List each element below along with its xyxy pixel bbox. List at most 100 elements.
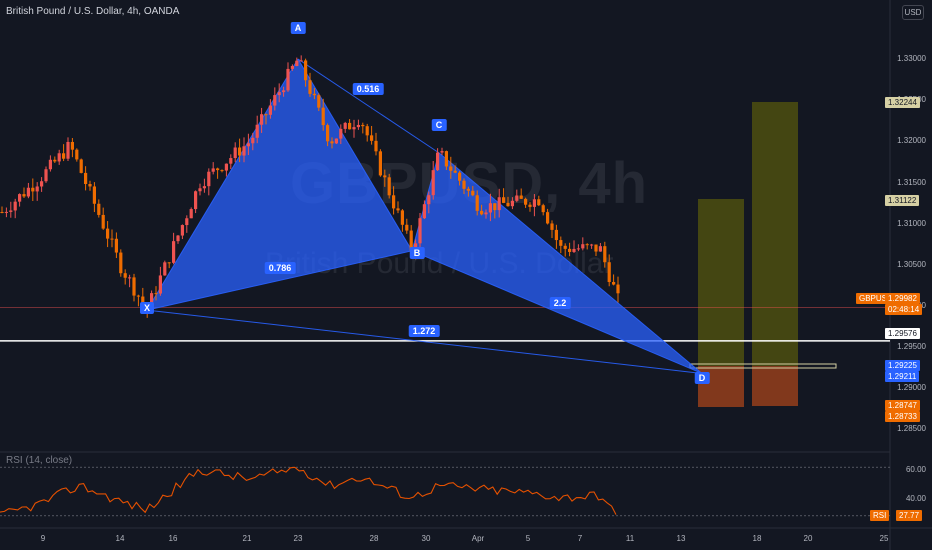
candle-body [348, 122, 352, 130]
candle-body [119, 252, 123, 274]
candle-body [26, 187, 30, 197]
tag-stop-b: 1.28733 [885, 411, 920, 422]
candle-body [48, 159, 52, 170]
candle-body [18, 194, 22, 202]
candle-body [176, 235, 180, 242]
candle-body [458, 172, 462, 181]
candle-body [370, 135, 374, 141]
candle-body [515, 195, 519, 201]
candle-body [400, 210, 404, 225]
candle-body [286, 68, 290, 91]
candle-body [0, 212, 4, 214]
time-axis-label: 11 [625, 534, 635, 543]
candle-body [97, 203, 101, 215]
candle-body [436, 152, 440, 171]
candle-body [612, 282, 616, 285]
candle-body [449, 166, 453, 171]
price-tick: 1.29000 [897, 383, 926, 393]
candle-body [502, 197, 506, 203]
rsi-tag-label: RSI [870, 510, 890, 521]
candle-body [383, 175, 387, 178]
candle-body [312, 93, 316, 96]
candle-body [194, 191, 198, 210]
candle-body [216, 168, 220, 171]
candle-body [70, 141, 74, 150]
candle-body [541, 205, 545, 213]
candle-body [75, 149, 79, 160]
candle-body [106, 228, 110, 239]
candle-body [554, 229, 558, 241]
time-axis-label: Apr [471, 534, 485, 543]
candle-body [136, 295, 140, 297]
chart-root[interactable]: GBPUSD, 4h British Pound / U.S. Dollar B… [0, 0, 932, 550]
price-tick: 1.29500 [897, 342, 926, 352]
candle-body [246, 143, 250, 147]
price-tick: 1.28500 [897, 424, 926, 434]
candle-body [264, 114, 268, 116]
candle-body [343, 122, 347, 129]
candle-body [211, 168, 215, 172]
candle-body [202, 186, 206, 189]
candle-body [180, 225, 184, 236]
candle-body [163, 262, 167, 276]
candle-body [53, 159, 57, 162]
candle-body [114, 238, 118, 253]
candle-body [603, 246, 607, 263]
chart-canvas[interactable] [0, 0, 932, 550]
candle-body [101, 214, 105, 229]
candle-body [427, 195, 431, 205]
candle-body [431, 170, 435, 196]
tag-target2: 1.32244 [885, 97, 920, 108]
candle-body [4, 211, 8, 213]
candle-body [13, 201, 17, 211]
candle-body [84, 172, 88, 184]
candle-body [532, 199, 536, 207]
candle-body [387, 177, 391, 196]
candle-body [207, 171, 211, 187]
candle-body [260, 114, 264, 125]
candle-body [198, 188, 202, 192]
price-tick: 1.32000 [897, 136, 926, 146]
price-tick: 1.30500 [897, 259, 926, 269]
candle-body [616, 284, 620, 294]
price-tick: 1.31500 [897, 177, 926, 187]
currency-button[interactable]: USD [902, 5, 924, 20]
candle-body [484, 212, 488, 215]
candle-body [352, 127, 356, 130]
candle-body [44, 169, 48, 182]
stop-zone-2 [752, 366, 798, 406]
rsi-tick-40: 40.00 [905, 494, 926, 503]
chart-title: British Pound / U.S. Dollar, 4h, OANDA [6, 6, 180, 17]
price-tick: 1.31000 [897, 218, 926, 228]
candle-body [537, 199, 541, 206]
candle-body [277, 92, 281, 96]
ratio-ac: 0.516 [352, 83, 384, 95]
candle-body [572, 248, 576, 252]
candle-body [462, 180, 466, 189]
candle-body [233, 147, 237, 159]
candle-body [510, 200, 514, 207]
candle-body [9, 210, 13, 212]
candle-body [154, 293, 158, 295]
candle-body [304, 60, 308, 81]
tag-hline: 1.29576 [885, 328, 920, 339]
candle-body [598, 246, 602, 252]
candle-body [255, 124, 259, 138]
candle-body [295, 60, 299, 67]
candle-body [128, 277, 132, 279]
time-axis-label: 9 [40, 534, 46, 543]
candle-body [524, 198, 528, 205]
candle-body [392, 195, 396, 209]
candle-body [185, 218, 189, 226]
candle-body [374, 140, 378, 152]
candle-body [585, 244, 589, 246]
candle-body [62, 153, 66, 159]
rsi-tag-value: 27.77 [896, 510, 923, 521]
candle-body [224, 163, 228, 171]
candle-body [66, 141, 70, 159]
tag-stop-a: 1.28747 [885, 400, 920, 411]
candle-body [123, 273, 127, 278]
time-axis-label: 30 [421, 534, 431, 543]
candle-body [172, 241, 176, 263]
time-axis-label: 5 [525, 534, 531, 543]
